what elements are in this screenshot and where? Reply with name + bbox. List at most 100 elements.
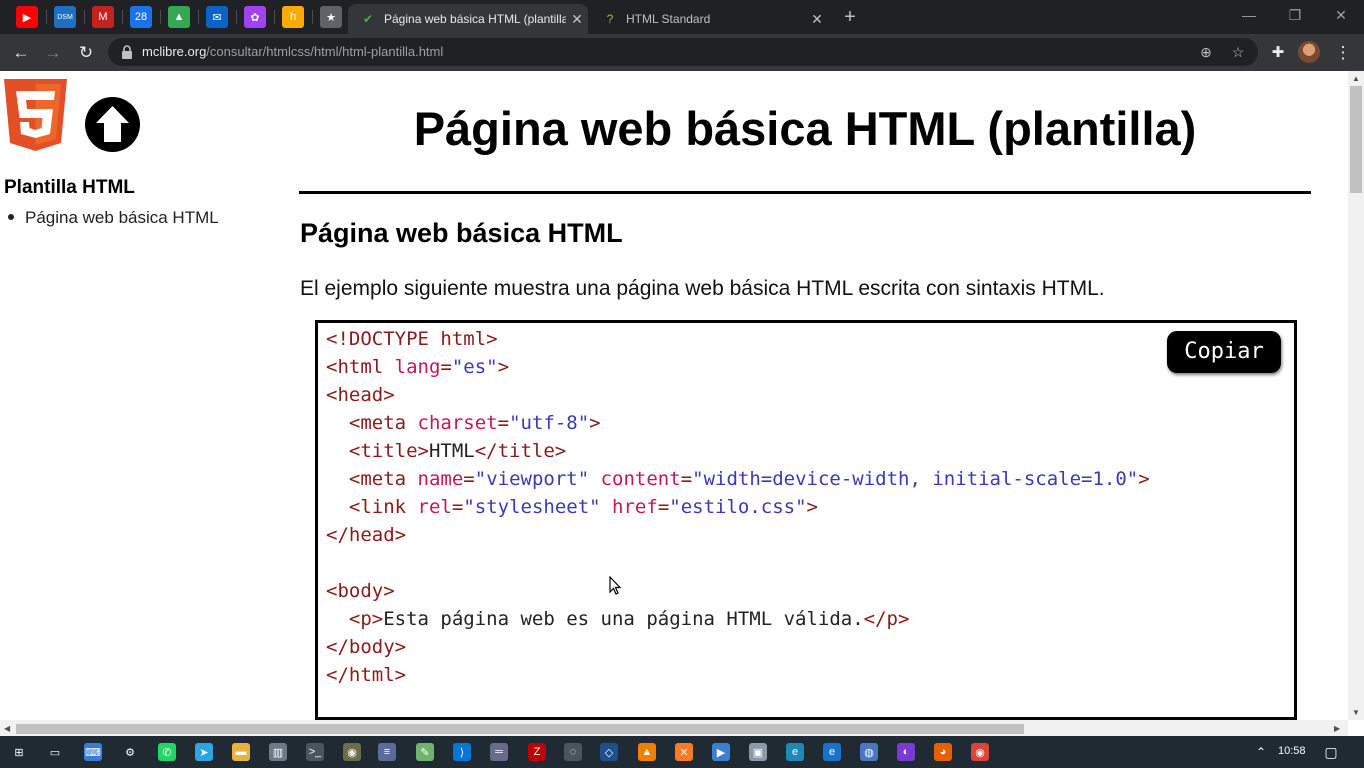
extensions-icon[interactable]: ✚	[1265, 40, 1291, 66]
taskbar-chrome-icon[interactable]: ◉	[971, 743, 989, 761]
taskbar-start-icon[interactable]: ⊞	[10, 743, 28, 761]
pinned-tab-mail-icon[interactable]: ✉	[206, 6, 228, 28]
code-token: "viewport"	[474, 468, 590, 490]
code-example-box: <!DOCTYPE html> <html lang="es"> <head> <m…	[315, 320, 1297, 720]
code-token: </p>	[863, 608, 910, 630]
taskbar-keyboard-icon[interactable]: ⌨	[84, 743, 102, 761]
profile-avatar[interactable]	[1298, 41, 1320, 63]
code-line: </head>	[326, 521, 1150, 549]
browser-tab[interactable]: ✔ Página web básica HTML (plantilla) ✕	[348, 4, 588, 34]
pinned-tab-calendar-icon[interactable]: 28	[130, 6, 152, 28]
taskbar-clock[interactable]: 10:58	[1278, 745, 1306, 757]
sidebar-item[interactable]: Página web básica HTML	[4, 208, 219, 228]
code-token: <link	[348, 496, 418, 518]
taskbar-internet-explorer-icon[interactable]: e	[823, 743, 841, 761]
html5-logo[interactable]	[4, 79, 67, 151]
code-token: >	[806, 496, 818, 518]
taskbar-vlc-icon[interactable]: ▲	[638, 743, 656, 761]
back-to-top-icon[interactable]	[85, 97, 140, 152]
vertical-scroll-thumb[interactable]	[1350, 86, 1362, 193]
code-token: >	[589, 412, 601, 434]
bookmark-star-icon[interactable]: ☆	[1227, 41, 1249, 63]
taskbar-remote-desktop-icon[interactable]: ▣	[749, 743, 767, 761]
back-icon[interactable]: ←	[8, 40, 34, 66]
taskbar-edge-icon[interactable]: e	[786, 743, 804, 761]
taskbar-gimp-icon[interactable]: ◉	[343, 743, 361, 761]
code-token: "estilo.css"	[669, 496, 807, 518]
taskbar-telegram-icon[interactable]: ➤	[195, 743, 213, 761]
tab-title: Página web básica HTML (plantilla)	[384, 12, 566, 26]
taskbar-terminal-icon[interactable]: >_	[306, 743, 324, 761]
code-line: <html lang="es">	[326, 353, 1150, 381]
browser-toolbar: ← → ↻ mclibre.org/consultar/htmlcss/html…	[0, 34, 1364, 71]
pinned-tab-dsm-icon[interactable]: DSM	[54, 6, 76, 28]
horizontal-scroll-thumb[interactable]	[16, 724, 1024, 734]
code-token: =	[463, 468, 475, 490]
pinned-tab-youtube-icon[interactable]: ▶	[16, 6, 38, 28]
address-bar[interactable]: mclibre.org/consultar/htmlcss/html/html-…	[108, 38, 1258, 66]
scroll-up-arrow-icon[interactable]: ▲	[1352, 74, 1360, 83]
code-token: =	[451, 496, 464, 518]
pinned-tab-keep-icon[interactable]: h	[282, 6, 304, 28]
url-path: /consultar/htmlcss/html/html-plantilla.h…	[206, 44, 444, 59]
code-token: </head>	[326, 524, 407, 546]
code-token: </body>	[326, 636, 407, 658]
code-line: </html>	[326, 661, 1150, 689]
section-heading: Página web básica HTML	[300, 218, 623, 248]
taskbar-whatsapp-icon[interactable]: ✆	[158, 743, 176, 761]
taskbar-vscode-icon[interactable]: ⟩	[453, 743, 471, 761]
pinned-tab-photos-icon[interactable]: ✿	[244, 6, 266, 28]
taskbar-chrome-canary-icon[interactable]: ◍	[860, 743, 878, 761]
scroll-right-arrow-icon[interactable]: ▶	[1334, 724, 1340, 733]
pinned-tab-bookmarks-icon[interactable]: ★	[320, 6, 342, 28]
sidebar-list: Página web básica HTML	[4, 208, 219, 228]
forward-icon[interactable]: →	[40, 40, 66, 66]
taskbar-filezilla-icon[interactable]: Z	[528, 743, 546, 761]
taskbar-virtualbox-icon[interactable]: ◇	[600, 743, 618, 761]
scroll-left-arrow-icon[interactable]: ◀	[4, 724, 10, 733]
title-divider	[299, 191, 1311, 194]
code-line: <link rel="stylesheet" href="estilo.css"…	[326, 493, 1150, 521]
browser-tab[interactable]: ? HTML Standard ✕	[590, 4, 828, 34]
menu-icon[interactable]: ⋮	[1330, 40, 1356, 66]
taskbar-explorer-icon[interactable]: ▬	[232, 743, 250, 761]
restore-button[interactable]: ❐	[1272, 4, 1318, 28]
pinned-tab-gmail-icon[interactable]: M	[92, 6, 114, 28]
taskbar-document-icon[interactable]: ≡	[378, 743, 396, 761]
taskbar-media-player-icon[interactable]: ▶	[712, 743, 730, 761]
minimize-button[interactable]: —	[1226, 4, 1272, 28]
taskbar-app-library-icon[interactable]: ▥	[269, 743, 287, 761]
page-title: Página web básica HTML (plantilla)	[413, 102, 1197, 155]
code-token: </title>	[474, 440, 567, 462]
tab-close-icon[interactable]: ✕	[806, 11, 828, 28]
taskbar-xampp-icon[interactable]: ✕	[675, 743, 693, 761]
tab-close-icon[interactable]: ✕	[566, 11, 588, 28]
tray-chevron-icon[interactable]: ⌃	[1252, 743, 1270, 761]
taskbar-notepad-icon[interactable]: ✎	[416, 743, 434, 761]
new-tab-button[interactable]: +	[838, 6, 862, 28]
tab-title: HTML Standard	[626, 12, 711, 26]
notifications-icon[interactable]: ▢	[1322, 743, 1340, 761]
taskbar-drive-app-icon[interactable]: ═	[490, 743, 508, 761]
scroll-down-arrow-icon[interactable]: ▼	[1352, 708, 1360, 717]
code-line: <meta charset="utf-8">	[326, 409, 1150, 437]
taskbar-task-view-icon[interactable]: ▭	[46, 743, 64, 761]
taskbar-settings-icon[interactable]: ⚙	[121, 743, 139, 761]
pinned-tab-drive-icon[interactable]: ▲	[168, 6, 190, 28]
taskbar-firefox-icon[interactable]: ◕	[934, 743, 952, 761]
code-token: rel	[417, 496, 452, 518]
code-line: <p>Esta página web es una página HTML vá…	[326, 605, 1150, 633]
close-window-button[interactable]: ✕	[1318, 4, 1364, 28]
code-token: >	[497, 356, 510, 378]
code-token: <meta	[348, 412, 418, 434]
reload-icon[interactable]: ↻	[73, 40, 99, 66]
taskbar-chromium-icon[interactable]: ◌	[564, 743, 582, 761]
tab-separator	[46, 10, 47, 24]
copy-button[interactable]: Copiar	[1167, 331, 1281, 373]
zoom-icon[interactable]: ⊕	[1195, 41, 1217, 63]
tab-separator	[122, 10, 123, 24]
taskbar-firefox-dev-icon[interactable]: ◐	[897, 743, 915, 761]
